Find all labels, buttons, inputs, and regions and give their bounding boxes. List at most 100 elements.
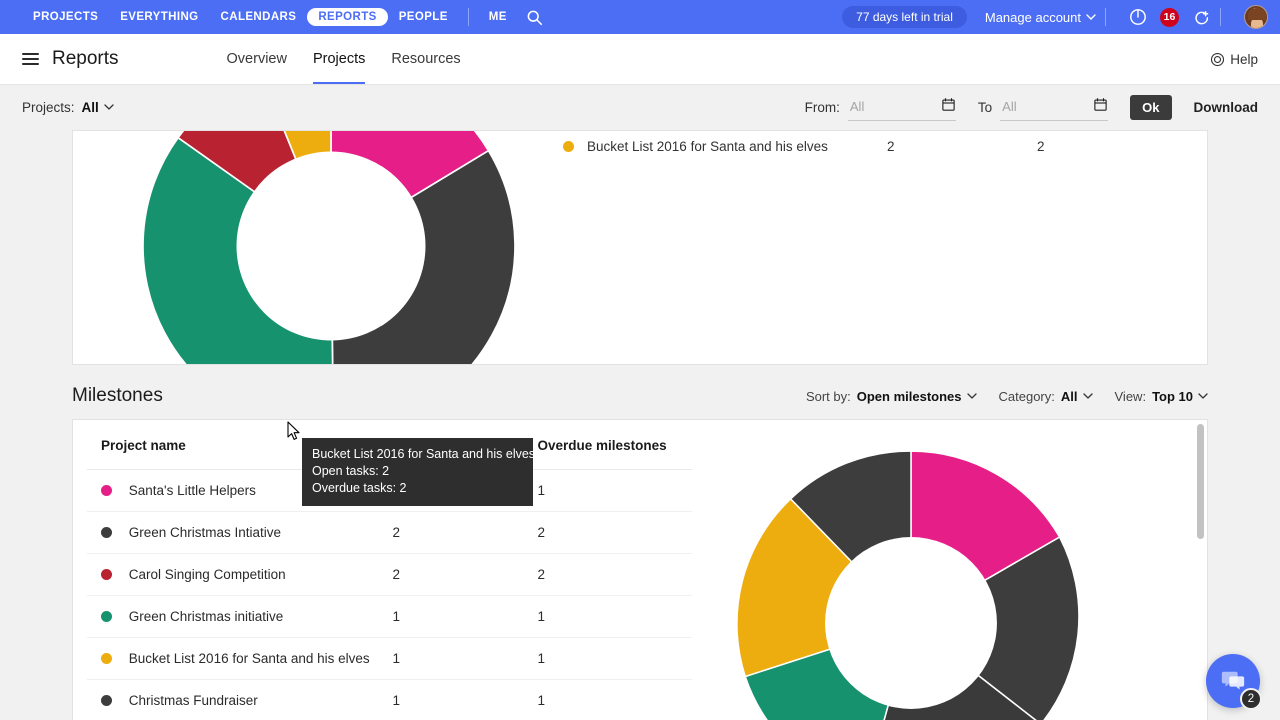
- row-overdue-milestones: 1: [537, 679, 692, 720]
- hamburger-icon[interactable]: [22, 50, 39, 68]
- milestones-section-header: Milestones Sort by: Open milestones Cate…: [72, 385, 1208, 407]
- calendar-icon-to[interactable]: [1093, 97, 1108, 117]
- row-project-name: Christmas Fundraiser: [128, 693, 258, 708]
- view-label: View:: [1114, 388, 1147, 404]
- table-row[interactable]: Bucket List 2016 for Santa and his elves…: [87, 637, 692, 680]
- row-color-dot: [101, 652, 112, 664]
- row-open-milestones: 2: [392, 553, 538, 596]
- notifications-badge[interactable]: 16: [1160, 7, 1179, 27]
- row-project-name: Santa's Little Helpers: [128, 483, 256, 498]
- manage-account-label: Manage account: [984, 9, 1081, 25]
- from-date-field[interactable]: [847, 95, 956, 121]
- help-icon: [1211, 52, 1225, 66]
- column-header-open-milestones[interactable]: Open milestones: [392, 420, 538, 470]
- table-row[interactable]: Carol Singing Competition 2 2: [87, 553, 692, 596]
- legend-open-count: 2: [887, 139, 895, 154]
- search-icon[interactable]: [526, 9, 543, 26]
- table-row[interactable]: Christmas Fundraiser 1 1: [87, 679, 692, 720]
- trial-status-badge[interactable]: 77 days left in trial: [842, 6, 967, 28]
- nav-link-calendars[interactable]: CALENDARS: [210, 7, 308, 27]
- row-project-name: Green Christmas initiative: [128, 609, 284, 624]
- row-color-dot: [101, 694, 112, 706]
- milestones-scrollbar[interactable]: [1197, 424, 1204, 674]
- row-open-milestones: 1: [392, 595, 538, 638]
- milestones-card: Project name Open milestones Overdue mil…: [72, 419, 1208, 720]
- user-avatar[interactable]: [1244, 5, 1268, 29]
- row-color-dot: [101, 526, 112, 538]
- to-date-field[interactable]: [1000, 95, 1109, 121]
- projects-filter-label: Projects:: [22, 100, 75, 115]
- calendar-icon[interactable]: [941, 97, 956, 117]
- logout-icon[interactable]: [1193, 8, 1211, 26]
- help-label: Help: [1230, 51, 1258, 67]
- projects-filter: Projects: All: [22, 100, 114, 115]
- manage-account-menu[interactable]: Manage account: [985, 10, 1096, 25]
- nav-divider: [467, 8, 469, 26]
- top-donut-chart[interactable]: [121, 131, 541, 364]
- category-dropdown[interactable]: All: [1061, 389, 1093, 404]
- nav-divider-avatar: [1220, 8, 1221, 26]
- top-nav-actions: 77 days left in trial Manage account 16: [842, 5, 1268, 29]
- column-header-overdue-milestones[interactable]: Overdue milestones: [537, 420, 692, 470]
- chat-unread-count: 2: [1240, 688, 1262, 710]
- sort-by-dropdown[interactable]: Open milestones: [857, 389, 977, 404]
- table-row[interactable]: Green Christmas initiative 1 1: [87, 595, 692, 638]
- tab-overview[interactable]: Overview: [227, 34, 287, 84]
- projects-filter-value[interactable]: All: [82, 100, 114, 115]
- report-content-scroll-area[interactable]: Bucket List 2016 for Santa and his elves…: [0, 130, 1280, 720]
- table-row[interactable]: Santa's Little Helpers 2 1: [87, 469, 692, 512]
- help-button[interactable]: Help: [1210, 52, 1258, 67]
- row-project-name: Green Christmas Intiative: [128, 525, 282, 540]
- to-date-input[interactable]: [1000, 98, 1090, 115]
- nav-link-projects[interactable]: PROJECTS: [22, 7, 109, 27]
- row-open-milestones: 2: [392, 469, 538, 512]
- category-label: Category:: [998, 388, 1055, 404]
- timer-icon[interactable]: [1129, 8, 1147, 26]
- sort-by-control: Sort by: Open milestones: [806, 389, 977, 404]
- date-filter-group: From: To: [805, 95, 1258, 121]
- column-header-project-name[interactable]: Project name: [87, 420, 393, 470]
- row-color-dot: [101, 610, 112, 622]
- chevron-down-icon: [1198, 392, 1208, 399]
- chevron-down-icon: [966, 392, 977, 399]
- milestones-controls: Sort by: Open milestones Category: All V…: [806, 389, 1208, 404]
- from-label: From:: [804, 100, 840, 115]
- view-value: Top 10: [1152, 388, 1193, 404]
- nav-divider-right: [1105, 8, 1106, 26]
- milestones-donut-chart[interactable]: [720, 432, 1102, 720]
- table-header-row: Project name Open milestones Overdue mil…: [87, 420, 692, 470]
- row-color-dot: [101, 484, 112, 496]
- row-overdue-milestones: 1: [537, 595, 692, 638]
- view-control: View: Top 10: [1115, 389, 1209, 404]
- nav-link-me[interactable]: ME: [478, 7, 518, 27]
- projects-filter-selected: All: [81, 100, 99, 115]
- row-project-name: Bucket List 2016 for Santa and his elves: [128, 651, 370, 666]
- to-label: To: [977, 100, 993, 115]
- row-open-milestones: 2: [392, 511, 538, 554]
- from-date-input[interactable]: [847, 98, 937, 115]
- nav-link-reports[interactable]: REPORTS: [307, 8, 388, 26]
- milestones-table-body: Santa's Little Helpers 2 1 Green Christm…: [87, 469, 692, 720]
- view-dropdown[interactable]: Top 10: [1152, 389, 1208, 404]
- projects-overview-card: Bucket List 2016 for Santa and his elves…: [72, 130, 1208, 365]
- chevron-down-icon: [1086, 13, 1096, 20]
- milestones-table: Project name Open milestones Overdue mil…: [87, 420, 692, 720]
- page-subheader: Reports Overview Projects Resources Help: [0, 34, 1280, 85]
- milestones-title: Milestones: [72, 385, 163, 406]
- chat-widget-button[interactable]: 2: [1206, 654, 1262, 710]
- legend-row[interactable]: Bucket List 2016 for Santa and his elves…: [563, 139, 1203, 154]
- row-overdue-milestones: 1: [537, 469, 692, 512]
- download-button[interactable]: Download: [1194, 100, 1259, 115]
- chevron-down-icon: [1082, 392, 1093, 399]
- tab-resources[interactable]: Resources: [391, 34, 460, 84]
- table-row[interactable]: Green Christmas Intiative 2 2: [87, 511, 692, 554]
- page-title: Reports: [52, 48, 119, 69]
- top-nav-links: PROJECTS EVERYTHING CALENDARS REPORTS PE…: [22, 7, 543, 27]
- scrollbar-thumb[interactable]: [1197, 424, 1204, 539]
- nav-link-people[interactable]: PEOPLE: [388, 7, 459, 27]
- tab-projects[interactable]: Projects: [312, 34, 366, 84]
- chevron-down-icon: [104, 104, 114, 110]
- nav-link-everything[interactable]: EVERYTHING: [109, 7, 209, 27]
- ok-button[interactable]: Ok: [1130, 95, 1172, 120]
- legend-project-name: Bucket List 2016 for Santa and his elves: [587, 139, 828, 154]
